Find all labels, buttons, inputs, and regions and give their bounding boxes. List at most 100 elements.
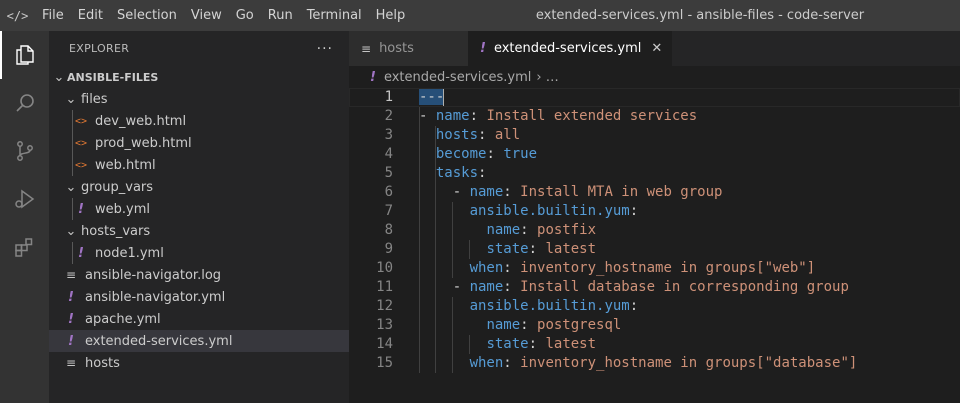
tree-file[interactable]: <> prod_web.html: [49, 132, 349, 154]
code-line[interactable]: 5 tasks:: [349, 164, 960, 183]
code-line[interactable]: 6 - name: Install MTA in web group: [349, 183, 960, 202]
code-editor[interactable]: 1 --- 2 - name: Install extended services 3 …: [349, 88, 960, 373]
code-line[interactable]: 1 ---: [349, 88, 960, 107]
code-line[interactable]: 4 become: true: [349, 145, 960, 164]
indent-guide: [72, 132, 73, 154]
tree-file[interactable]: ≡ ansible-navigator.log: [49, 264, 349, 286]
tree-item-label: prod_web.html: [95, 135, 192, 151]
tree-item-label: web.yml: [95, 201, 150, 217]
tab-hosts[interactable]: ≡ hosts: [349, 31, 468, 66]
tree-folder[interactable]: ⌄ group_vars: [49, 176, 349, 198]
file-lines-icon: ≡: [361, 41, 372, 56]
code-text: when: inventory_hostname in groups["data…: [469, 355, 858, 371]
menu-run[interactable]: Run: [261, 0, 300, 31]
yaml-file-icon: !: [78, 201, 84, 217]
yaml-file-icon: !: [370, 69, 376, 85]
code-line[interactable]: 3 hosts: all: [349, 126, 960, 145]
tree-file[interactable]: ! node1.yml: [49, 242, 349, 264]
line-number: 14: [376, 336, 393, 352]
menu-terminal[interactable]: Terminal: [300, 0, 369, 31]
workspace-root[interactable]: ⌄ ANSIBLE-FILES: [49, 66, 349, 88]
code-line[interactable]: 8 name: postfix: [349, 221, 960, 240]
breadcrumb: ! extended-services.yml › …: [349, 66, 960, 88]
chevron-down-icon: ⌄: [65, 179, 77, 195]
search-icon[interactable]: [0, 79, 49, 127]
tree-file[interactable]: ! extended-services.yml: [49, 330, 349, 352]
tree-file[interactable]: <> dev_web.html: [49, 110, 349, 132]
indent-guide: [72, 198, 73, 220]
explorer-icon[interactable]: [0, 31, 49, 79]
code-text: - name: Install extended services: [419, 108, 698, 124]
code-line[interactable]: 2 - name: Install extended services: [349, 107, 960, 126]
explorer-sidebar: EXPLORER ··· ⌄ ANSIBLE-FILES ⌄ files <> dev…: [49, 31, 349, 403]
breadcrumb-rest[interactable]: › …: [536, 70, 558, 85]
indent-guide: [72, 154, 73, 176]
tree-folder[interactable]: ⌄ hosts_vars: [49, 220, 349, 242]
tab-label: extended-services.yml: [493, 41, 642, 56]
code-text: - name: Install database in correspondin…: [452, 279, 849, 295]
code-line[interactable]: 13 name: postgresql: [349, 316, 960, 335]
line-number: 15: [376, 355, 393, 371]
line-number: 6: [384, 184, 393, 200]
menu-selection[interactable]: Selection: [110, 0, 184, 31]
menu-file[interactable]: File: [35, 0, 71, 31]
line-number: 2: [384, 108, 393, 124]
breadcrumb-file[interactable]: extended-services.yml: [384, 70, 531, 85]
line-number: 9: [384, 241, 393, 257]
menu-bar: File Edit Selection View Go Run Terminal Help: [35, 0, 412, 31]
menu-edit[interactable]: Edit: [71, 0, 110, 31]
tree-folder[interactable]: ⌄ files: [49, 88, 349, 110]
sidebar-title: EXPLORER: [69, 42, 130, 55]
code-line[interactable]: 9 state: latest: [349, 240, 960, 259]
tree-file[interactable]: ≡ hosts: [49, 352, 349, 374]
tree-item-label: group_vars: [81, 179, 154, 195]
tree-file[interactable]: ! apache.yml: [49, 308, 349, 330]
tree-file[interactable]: ! ansible-navigator.yml: [49, 286, 349, 308]
code-line[interactable]: 15 when: inventory_hostname in groups["d…: [349, 354, 960, 373]
tree-item-label: ansible-navigator.yml: [85, 289, 226, 305]
more-actions-icon[interactable]: ···: [317, 41, 333, 57]
menu-help[interactable]: Help: [369, 0, 413, 31]
tree-item-label: files: [81, 91, 108, 107]
indent-guide: [72, 242, 73, 264]
code-line[interactable]: 11 - name: Install database in correspon…: [349, 278, 960, 297]
code-line[interactable]: 7 ansible.builtin.yum:: [349, 202, 960, 221]
extensions-icon[interactable]: [0, 223, 49, 271]
tree-file[interactable]: ! web.yml: [49, 198, 349, 220]
close-tab-icon[interactable]: ✕: [651, 41, 662, 56]
tree-item-label: node1.yml: [95, 245, 164, 261]
tree-item-label: ansible-navigator.log: [85, 267, 222, 283]
tree-file[interactable]: <> web.html: [49, 154, 349, 176]
line-number: 12: [376, 298, 393, 314]
code-text: when: inventory_hostname in groups["web"…: [469, 260, 816, 276]
yaml-file-icon: !: [68, 311, 74, 327]
menu-go[interactable]: Go: [229, 0, 261, 31]
indent-guide: [435, 126, 436, 373]
yaml-file-icon: !: [68, 289, 74, 305]
indent-guide: [452, 297, 453, 373]
line-number: 10: [376, 260, 393, 276]
menu-view[interactable]: View: [184, 0, 229, 31]
code-text: state: latest: [486, 336, 597, 352]
tab-extended-services[interactable]: ! extended-services.yml ✕: [468, 31, 673, 66]
tree-item-label: hosts: [85, 355, 120, 371]
code-line[interactable]: 12 ansible.builtin.yum:: [349, 297, 960, 316]
chevron-down-icon: ⌄: [65, 91, 77, 107]
app-logo-icon: </>: [6, 8, 29, 23]
tree-item-label: web.html: [95, 157, 156, 173]
yaml-file-icon: !: [480, 41, 486, 56]
file-tree: ⌄ files <> dev_web.html <> prod_web.html <> web…: [49, 88, 349, 374]
run-debug-icon[interactable]: [0, 175, 49, 223]
line-number: 1: [384, 89, 393, 105]
line-number: 3: [384, 127, 393, 143]
tree-item-label: apache.yml: [85, 311, 161, 327]
code-text: ---: [419, 88, 445, 106]
source-control-icon[interactable]: [0, 127, 49, 175]
code-line[interactable]: 14 state: latest: [349, 335, 960, 354]
line-number: 5: [384, 165, 393, 181]
code-line[interactable]: 10 when: inventory_hostname in groups["w…: [349, 259, 960, 278]
html-file-icon: <>: [74, 115, 88, 127]
line-number: 7: [384, 203, 393, 219]
chevron-down-icon: ⌄: [53, 69, 65, 85]
code-text: become: true: [435, 146, 538, 162]
